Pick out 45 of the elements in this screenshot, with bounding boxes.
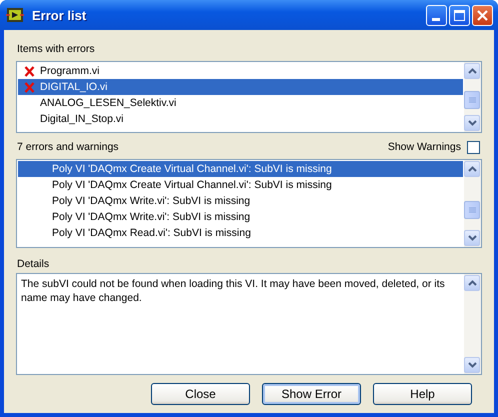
- list-item[interactable]: Poly VI 'DAQmx Create Virtual Channel.vi': SubVI is missing: [18, 161, 463, 177]
- caret-down-icon: [468, 235, 476, 241]
- list-item[interactable]: ANALOG_LESEN_Selektiv.vi: [18, 95, 463, 111]
- scrollbar[interactable]: [464, 160, 481, 247]
- section-label: Items with errors: [17, 42, 96, 56]
- list-item[interactable]: DIGITAL_IO.vi: [18, 79, 463, 95]
- scroll-up-button[interactable]: [464, 161, 480, 177]
- caret-up-icon: [468, 166, 476, 172]
- close-icon: [477, 10, 488, 20]
- minimize-button[interactable]: [426, 4, 447, 26]
- caret-down-icon: [468, 120, 476, 126]
- list-item[interactable]: Poly VI 'DAQmx Write.vi': SubVI is missing: [18, 193, 463, 209]
- app-icon: [6, 7, 24, 23]
- scroll-down-button[interactable]: [464, 230, 480, 246]
- list-item[interactable]: Poly VI 'DAQmx Write.vi': SubVI is missing: [18, 209, 463, 225]
- list-item[interactable]: Poly VI 'DAQmx Read.vi': SubVI is missing: [18, 225, 463, 241]
- scroll-down-button[interactable]: [464, 357, 480, 373]
- dialog-button[interactable]: Close: [151, 383, 250, 405]
- maximize-icon: [454, 10, 465, 20]
- scrollbar[interactable]: [464, 274, 481, 374]
- section-label: Details: [17, 257, 50, 271]
- caret-up-icon: [468, 68, 476, 74]
- scroll-down-button[interactable]: [464, 115, 480, 131]
- error-count-label: 7 errors and warnings: [17, 140, 120, 154]
- list-item[interactable]: Digital_IN_Stop.vi: [18, 111, 463, 127]
- window-title: Error list: [32, 8, 88, 22]
- scroll-thumb[interactable]: [464, 201, 480, 219]
- grip-icon: [468, 96, 476, 104]
- scroll-up-button[interactable]: [464, 63, 480, 79]
- dialog-button[interactable]: Help: [373, 383, 472, 405]
- dialog-button[interactable]: Show Error: [262, 383, 361, 405]
- checkbox-label: Show Warnings: [388, 140, 461, 154]
- list-item[interactable]: Programm.vi: [18, 63, 463, 79]
- show-warnings-checkbox[interactable]: [467, 140, 480, 154]
- caret-up-icon: [468, 280, 476, 286]
- caret-down-icon: [468, 362, 476, 368]
- grip-icon: [468, 206, 476, 214]
- details-text-area[interactable]: The subVI could not be found when loading this VI. It may have been moved, deleted, or its name may have changed.: [16, 273, 482, 375]
- scroll-up-button[interactable]: [464, 275, 480, 291]
- scroll-thumb[interactable]: [464, 91, 480, 109]
- close-button[interactable]: [472, 4, 493, 26]
- maximize-button[interactable]: [449, 4, 470, 26]
- list-item[interactable]: Poly VI 'DAQmx Create Virtual Channel.vi': SubVI is missing: [18, 177, 463, 193]
- minimize-icon: [432, 18, 441, 20]
- scrollbar[interactable]: [464, 62, 481, 132]
